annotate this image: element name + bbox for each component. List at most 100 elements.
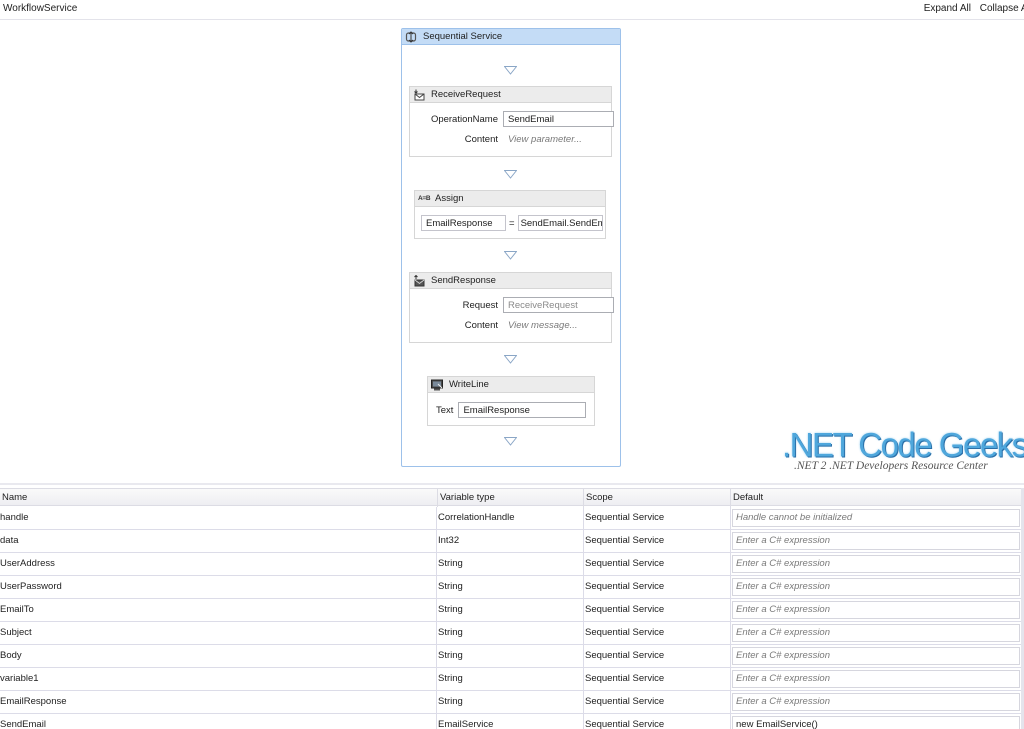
column-divider (730, 622, 731, 644)
sequence-header[interactable]: Sequential Service (402, 29, 620, 45)
variable-name-cell[interactable]: Body (0, 645, 436, 667)
breadcrumb-workflow-service[interactable]: WorkflowService (3, 3, 77, 14)
text-label: Text (436, 404, 454, 416)
variable-row[interactable]: Body String Sequential Service Enter a C# e… (0, 645, 1022, 668)
variable-row[interactable]: variable1 String Sequential Service Enter a… (0, 668, 1022, 691)
variable-scope-cell[interactable]: Sequential Service (585, 622, 730, 644)
receive-request-header[interactable]: ReceiveRequest (410, 87, 611, 103)
variable-type-cell[interactable]: CorrelationHandle (438, 507, 583, 529)
variable-scope-cell[interactable]: Sequential Service (585, 714, 730, 729)
variable-default-input[interactable]: Enter a C# expression (732, 601, 1020, 619)
operation-name-input[interactable]: SendEmail (503, 111, 614, 127)
variable-scope-cell[interactable]: Sequential Service (585, 507, 730, 529)
variable-row[interactable]: UserAddress String Sequential Service Enter… (0, 553, 1022, 576)
receive-request-activity[interactable]: ReceiveRequest OperationName SendEmail C… (409, 86, 614, 157)
variable-row[interactable]: SendEmail EmailService Sequential Service n… (0, 714, 1022, 729)
collapse-all-button[interactable]: Collapse All (980, 3, 1024, 14)
column-divider (436, 507, 437, 529)
variable-name-cell[interactable]: EmailTo (0, 599, 436, 621)
assign-header[interactable]: A=B Assign (415, 191, 605, 207)
variable-default-input[interactable]: Enter a C# expression (732, 532, 1020, 550)
view-message-link[interactable]: View message... (508, 320, 578, 331)
variable-default-input[interactable]: Enter a C# expression (732, 693, 1020, 711)
column-header-name[interactable]: Name (0, 489, 438, 507)
send-response-activity[interactable]: SendResponse Request ReceiveRequest Cont… (409, 272, 614, 343)
variable-row[interactable]: EmailResponse String Sequential Service Ent… (0, 691, 1022, 714)
variable-name-cell[interactable]: SendEmail (0, 714, 436, 729)
sequence-title: Sequential Service (423, 31, 503, 42)
variable-row[interactable]: Subject String Sequential Service Enter a C… (0, 622, 1022, 645)
send-response-title: SendResponse (431, 275, 496, 286)
variable-row[interactable]: handle CorrelationHandle Sequential Servic… (0, 507, 1022, 530)
variable-scope-cell[interactable]: Sequential Service (585, 576, 730, 598)
request-input[interactable]: ReceiveRequest (503, 297, 614, 313)
variable-row[interactable]: EmailTo String Sequential Service Enter a C… (0, 599, 1022, 622)
variable-type-cell[interactable]: String (438, 645, 583, 667)
column-divider (583, 530, 584, 552)
variable-scope-cell[interactable]: Sequential Service (585, 599, 730, 621)
variable-type-cell[interactable]: String (438, 576, 583, 598)
variable-default-input[interactable]: Handle cannot be initialized (732, 509, 1020, 527)
variable-type-cell[interactable]: String (438, 553, 583, 575)
variable-scope-cell[interactable]: Sequential Service (585, 668, 730, 690)
variable-type-cell[interactable]: Int32 (438, 530, 583, 552)
assign-to-input[interactable]: EmailResponse (421, 215, 506, 231)
variable-row[interactable]: data Int32 Sequential Service Enter a C# ex… (0, 530, 1022, 553)
column-divider (730, 691, 731, 713)
variable-default-input[interactable]: Enter a C# expression (732, 578, 1020, 596)
variable-default-input[interactable]: Enter a C# expression (732, 647, 1020, 665)
column-divider (730, 530, 731, 552)
column-divider (436, 530, 437, 552)
workflow-designer-canvas[interactable]: Sequential Service ReceiveRequest Operat… (0, 20, 1024, 480)
variable-name-cell[interactable]: data (0, 530, 436, 552)
variable-scope-cell[interactable]: Sequential Service (585, 553, 730, 575)
designer-toolbar: WorkflowService Expand All Collapse All (0, 0, 1024, 20)
receive-request-title: ReceiveRequest (431, 89, 501, 100)
variable-name-cell[interactable]: UserAddress (0, 553, 436, 575)
assign-value-input[interactable]: SendEmail.SendEm (517, 215, 603, 231)
variable-default-input[interactable]: Enter a C# expression (732, 670, 1020, 688)
column-divider (730, 645, 731, 667)
variable-type-cell[interactable]: String (438, 622, 583, 644)
content-label: Content (464, 320, 498, 331)
variable-scope-cell[interactable]: Sequential Service (585, 530, 730, 552)
variables-grid-header: Name Variable type Scope Default (0, 488, 1022, 507)
column-divider (583, 645, 584, 667)
variable-name-cell[interactable]: EmailResponse (0, 691, 436, 713)
variables-panel: Name Variable type Scope Default handle C… (0, 483, 1024, 729)
column-header-scope[interactable]: Scope (584, 489, 731, 507)
column-header-default[interactable]: Default (731, 489, 1022, 507)
variable-type-cell[interactable]: String (438, 691, 583, 713)
variable-default-input[interactable]: Enter a C# expression (732, 555, 1020, 573)
view-parameter-link[interactable]: View parameter... (508, 134, 582, 145)
column-header-variable-type[interactable]: Variable type (438, 489, 584, 507)
request-label: Request (462, 299, 498, 311)
variable-type-cell[interactable]: String (438, 668, 583, 690)
column-divider (436, 645, 437, 667)
variables-grid-body: handle CorrelationHandle Sequential Servic… (0, 507, 1022, 729)
column-divider (730, 668, 731, 690)
variable-type-cell[interactable]: EmailService (438, 714, 583, 729)
send-envelope-icon (413, 274, 425, 287)
variable-type-cell[interactable]: String (438, 599, 583, 621)
variable-scope-cell[interactable]: Sequential Service (585, 645, 730, 667)
assign-activity[interactable]: A=B Assign EmailResponse = SendEmail.Sen… (414, 190, 606, 239)
expand-all-button[interactable]: Expand All (924, 3, 971, 14)
writeline-header[interactable]: WriteLine (428, 377, 594, 393)
variable-name-cell[interactable]: Subject (0, 622, 436, 644)
writeline-activity[interactable]: WriteLine Text EmailResponse (427, 376, 595, 426)
variable-name-cell[interactable]: variable1 (0, 668, 436, 690)
column-divider (436, 576, 437, 598)
column-divider (436, 622, 437, 644)
column-divider (730, 714, 731, 729)
column-divider (436, 714, 437, 729)
writeline-title: WriteLine (449, 379, 489, 390)
variable-default-input[interactable]: Enter a C# expression (732, 624, 1020, 642)
variable-scope-cell[interactable]: Sequential Service (585, 691, 730, 713)
variable-default-input[interactable]: new EmailService() (732, 716, 1020, 729)
variable-name-cell[interactable]: handle (0, 507, 436, 529)
writeline-text-input[interactable]: EmailResponse (458, 402, 587, 418)
variable-name-cell[interactable]: UserPassword (0, 576, 436, 598)
variable-row[interactable]: UserPassword String Sequential Service Ente… (0, 576, 1022, 599)
send-response-header[interactable]: SendResponse (410, 273, 611, 289)
